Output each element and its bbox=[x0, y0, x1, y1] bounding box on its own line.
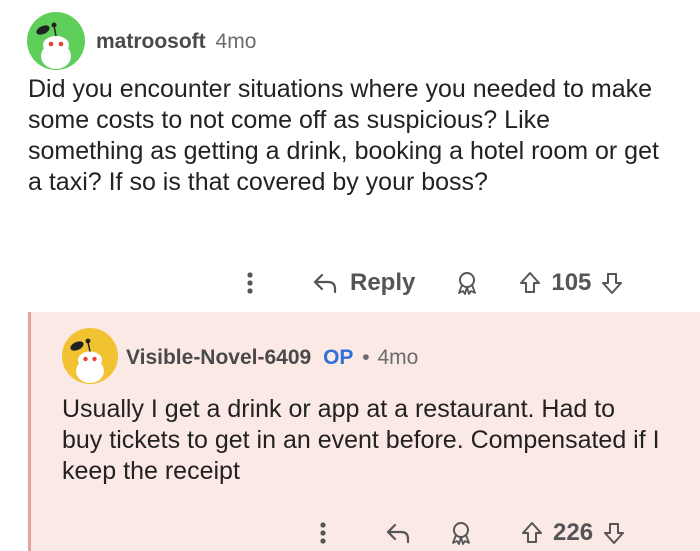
reply-username[interactable]: Visible-Novel-6409 bbox=[126, 346, 311, 369]
upvote-icon bbox=[520, 272, 541, 293]
upvote-button[interactable] bbox=[521, 521, 543, 545]
separator: • bbox=[362, 346, 370, 369]
username[interactable]: matroosoft bbox=[96, 30, 206, 53]
more-options-icon bbox=[247, 272, 253, 294]
downvote-icon bbox=[604, 523, 625, 544]
reply-avatar[interactable] bbox=[62, 328, 118, 384]
more-options-button[interactable] bbox=[246, 271, 264, 295]
more-options-button[interactable] bbox=[319, 521, 337, 545]
reply-header: Visible-Novel-6409 OP • 4mo bbox=[126, 345, 418, 371]
upvote-button[interactable] bbox=[519, 271, 541, 295]
snoo-avatar-icon bbox=[36, 22, 71, 69]
downvote-button[interactable] bbox=[601, 271, 623, 295]
comment-body: Did you encounter situations where you n… bbox=[28, 75, 659, 196]
reply-actions: 226 bbox=[319, 516, 625, 550]
award-button[interactable] bbox=[449, 520, 473, 546]
avatar[interactable] bbox=[27, 12, 85, 70]
reply-body: Usually I get a drink or app at a restau… bbox=[62, 395, 660, 485]
snoo-avatar-icon bbox=[70, 338, 104, 383]
reply-arrow-icon bbox=[313, 273, 337, 294]
award-icon bbox=[458, 272, 477, 295]
reply-button[interactable] bbox=[385, 522, 411, 544]
score: 105 bbox=[551, 269, 592, 296]
reply-label: Reply bbox=[350, 269, 416, 296]
reply-button[interactable]: Reply bbox=[312, 269, 415, 297]
upvote-icon bbox=[522, 522, 542, 543]
comment-age: 4mo bbox=[215, 30, 257, 53]
op-badge: OP bbox=[323, 346, 354, 369]
award-icon bbox=[452, 522, 470, 545]
downvote-icon bbox=[602, 273, 623, 294]
comment-header: matroosoft 4mo bbox=[96, 29, 256, 55]
downvote-button[interactable] bbox=[603, 521, 625, 545]
reply-arrow-icon bbox=[386, 523, 410, 544]
comment-actions: Reply 105 bbox=[246, 266, 623, 300]
more-options-icon bbox=[320, 522, 326, 544]
award-button[interactable] bbox=[455, 270, 479, 296]
reply-thread: Visible-Novel-6409 OP • 4mo Usually I ge… bbox=[28, 312, 700, 551]
reply-score: 226 bbox=[553, 519, 594, 546]
reply-age: 4mo bbox=[377, 346, 419, 369]
